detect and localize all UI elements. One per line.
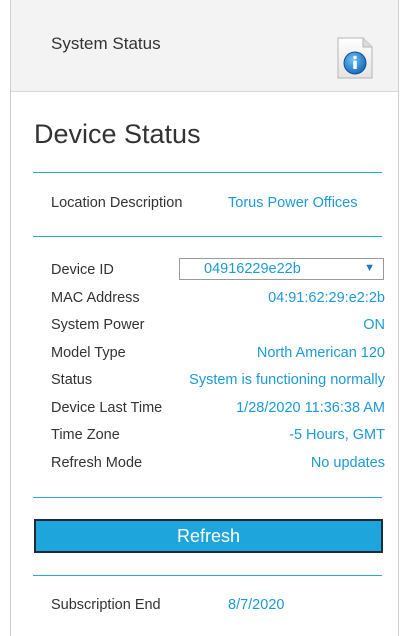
system-power-label: System Power — [51, 317, 145, 333]
refresh-button[interactable]: Refresh — [34, 519, 383, 553]
divider — [33, 236, 382, 237]
device-last-time-label: Device Last Time — [51, 399, 163, 416]
info-icon[interactable] — [335, 36, 375, 80]
device-id-label: Device ID — [51, 262, 114, 278]
info-row-mac-address: MAC Address 04:91:62:29:e2:2b — [51, 290, 385, 318]
subscription-end-label: Subscription End — [51, 597, 161, 613]
location-value: Torus Power Offices — [228, 195, 358, 211]
subscription-end-value: 8/7/2020 — [228, 597, 285, 613]
header-title: System Status — [51, 34, 161, 53]
chevron-down-icon[interactable]: ▼ — [364, 262, 375, 274]
model-type-value: North American 120 — [256, 344, 385, 361]
time-zone-label: Time Zone — [51, 427, 120, 443]
divider — [33, 172, 382, 173]
info-row-time-zone: Time Zone -5 Hours, GMT — [51, 427, 385, 455]
mac-address-label: MAC Address — [51, 289, 140, 306]
status-value: System is functioning normally — [189, 372, 385, 388]
mac-address-value: 04:91:62:29:e2:2b — [268, 289, 385, 306]
divider — [33, 575, 382, 576]
divider — [33, 497, 382, 498]
location-label: Location Description — [51, 195, 183, 211]
device-last-time-value: 1/28/2020 11:36:38 AM — [236, 399, 385, 416]
device-id-value: 04916229e22b — [204, 261, 301, 277]
info-row-system-power: System Power ON — [51, 317, 385, 345]
refresh-mode-label: Refresh Mode — [51, 454, 143, 471]
info-row-refresh-mode: Refresh Mode No updates — [51, 455, 385, 483]
time-zone-value: -5 Hours, GMT — [289, 427, 385, 443]
status-panel: System Status Device Status Location Des… — [10, 0, 399, 636]
page-title: Device Status — [34, 119, 201, 149]
info-row-device-last-time: Device Last Time 1/28/2020 11:36:38 AM — [51, 400, 385, 428]
device-id-select[interactable]: 04916229e22b ▼ — [179, 258, 384, 280]
status-label: Status — [51, 372, 93, 388]
panel-header: System Status — [11, 0, 398, 92]
info-row-model-type: Model Type North American 120 — [51, 345, 385, 373]
info-row-status: Status System is functioning normally — [51, 372, 385, 400]
refresh-mode-value: No updates — [310, 454, 385, 471]
device-info-list: Device ID MAC Address 04:91:62:29:e2:2b … — [51, 262, 385, 482]
system-power-value: ON — [363, 317, 385, 333]
model-type-label: Model Type — [51, 344, 126, 361]
